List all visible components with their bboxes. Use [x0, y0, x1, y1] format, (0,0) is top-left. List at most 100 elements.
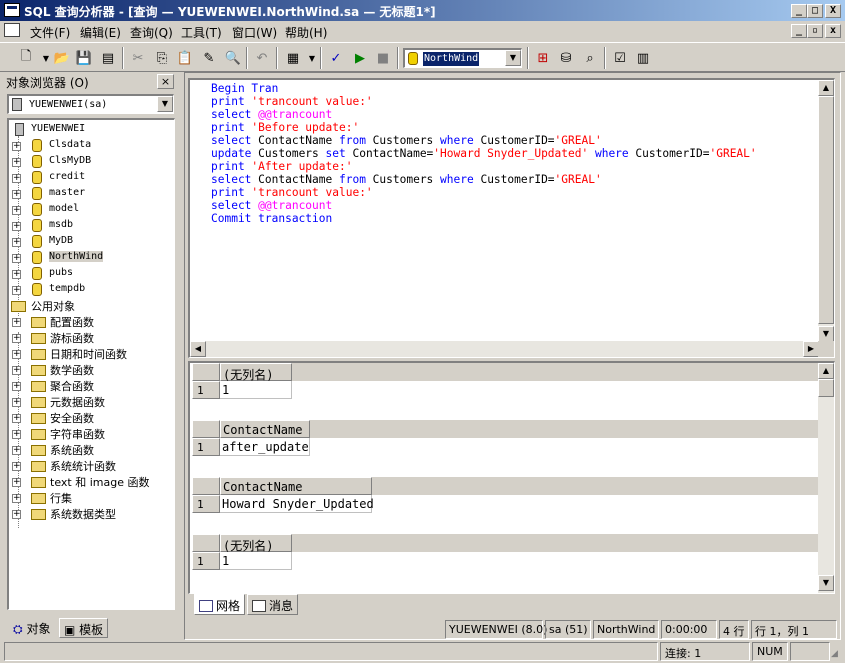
new-query-icon[interactable]: 🗋	[16, 48, 36, 68]
expand-icon[interactable]: +	[12, 366, 21, 375]
cut-icon[interactable]: ✂	[128, 48, 148, 68]
undo-icon[interactable]: ↶	[252, 48, 272, 68]
options-icon[interactable]: ☑	[610, 48, 630, 68]
results-pane-icon[interactable]: ▥	[633, 48, 653, 68]
expand-icon[interactable]: +	[12, 174, 21, 183]
scroll-down-icon[interactable]: ▼	[818, 575, 834, 591]
chevron-down-icon[interactable]: ▼	[157, 96, 173, 112]
row-header[interactable]: 1	[192, 495, 220, 513]
expand-icon[interactable]: +	[12, 254, 21, 263]
expand-icon[interactable]: +	[12, 334, 21, 343]
minimize-button[interactable]: _	[791, 4, 807, 18]
row-header[interactable]: 1	[192, 438, 220, 456]
save-icon[interactable]: 💾	[74, 48, 94, 68]
results-grid-pane[interactable]: (无列名) 1 1 ContactName 1 after_update Con…	[188, 361, 835, 594]
maximize-button[interactable]: □	[807, 4, 823, 18]
cancel-icon[interactable]: ■	[373, 48, 393, 68]
results-vertical-scrollbar[interactable]: ▲ ▼	[818, 363, 834, 593]
grid-corner	[192, 534, 220, 552]
expand-icon[interactable]: +	[12, 350, 21, 359]
close-icon[interactable]: ×	[157, 74, 174, 89]
scroll-right-icon[interactable]: ▶	[803, 341, 819, 357]
column-header[interactable]: ContactName	[220, 477, 372, 495]
results-mode-icon[interactable]: ▦	[283, 48, 303, 68]
tab-grid[interactable]: 网格	[194, 594, 246, 615]
grid-cell[interactable]: 1	[220, 552, 292, 570]
results-mode-dropdown-icon[interactable]: ▼	[302, 48, 322, 68]
clear-icon[interactable]: ✎	[199, 48, 219, 68]
editor-horizontal-scrollbar[interactable]: ◀ ▶	[190, 341, 819, 357]
sql-code[interactable]: Begin Tran print 'trancount value:' sele…	[211, 82, 757, 225]
tab-messages[interactable]: 消息	[247, 594, 299, 615]
scroll-left-icon[interactable]: ◀	[190, 341, 206, 357]
grid-cell[interactable]: Howard Snyder_Updated	[220, 495, 374, 513]
row-header[interactable]: 1	[192, 381, 220, 399]
parse-icon[interactable]: ✓	[326, 48, 346, 68]
object-search-icon[interactable]: ⛁	[556, 48, 576, 68]
chevron-down-icon[interactable]: ▼	[505, 50, 521, 66]
expand-icon[interactable]: +	[12, 318, 21, 327]
find-icon[interactable]: 🔍	[223, 48, 243, 68]
scroll-down-icon[interactable]: ▼	[818, 326, 834, 342]
expand-icon[interactable]: +	[12, 462, 21, 471]
expand-icon[interactable]: +	[12, 398, 21, 407]
expand-icon[interactable]: +	[12, 142, 21, 151]
server-select[interactable]: YUEWENWEI(sa) ▼	[7, 94, 174, 114]
paste-icon[interactable]: 📋	[175, 48, 195, 68]
object-browser: 对象浏览器 (O) × YUEWENWEI(sa) ▼ YUEWENWEI + C…	[0, 72, 182, 640]
expand-icon[interactable]: +	[12, 158, 21, 167]
menu-tools[interactable]: 工具(T)	[181, 24, 222, 41]
scroll-up-icon[interactable]: ▲	[818, 363, 834, 379]
expand-icon[interactable]: +	[12, 190, 21, 199]
expand-icon[interactable]: +	[12, 238, 21, 247]
expand-icon[interactable]: +	[12, 222, 21, 231]
document-icon[interactable]	[4, 23, 20, 37]
grid-corner	[192, 420, 220, 438]
app-icon[interactable]	[4, 3, 20, 17]
column-header[interactable]: ContactName	[220, 420, 310, 438]
load-script-icon[interactable]: ▤	[98, 48, 118, 68]
database-icon	[32, 251, 42, 264]
row-header[interactable]: 1	[192, 552, 220, 570]
scroll-up-icon[interactable]: ▲	[818, 80, 834, 96]
grid-cell[interactable]: after_update	[220, 438, 310, 456]
doc-restore-button[interactable]: ▫	[807, 24, 823, 38]
column-header[interactable]: (无列名)	[220, 363, 292, 382]
expand-icon[interactable]: +	[12, 414, 21, 423]
scroll-thumb[interactable]	[818, 96, 834, 324]
expand-icon[interactable]: +	[12, 382, 21, 391]
expand-icon[interactable]: +	[12, 446, 21, 455]
doc-close-button[interactable]: x	[825, 24, 841, 38]
object-tree[interactable]: YUEWENWEI + Clsdata + ClsMyDB + credit + mas…	[7, 118, 175, 610]
tab-objects[interactable]: ⛭ 对象	[9, 618, 54, 638]
editor-vertical-scrollbar[interactable]: ▲ ▼	[818, 80, 834, 342]
expand-icon[interactable]: +	[12, 430, 21, 439]
menu-help[interactable]: 帮助(H)	[285, 24, 327, 41]
menu-file[interactable]: 文件(F)	[30, 24, 70, 41]
tab-templates[interactable]: ▣ 模板	[59, 618, 109, 638]
code-line: select ContactName from Customers where …	[211, 173, 602, 186]
menu-window[interactable]: 窗口(W)	[232, 24, 277, 41]
execute-icon[interactable]: ▶	[350, 48, 370, 68]
expand-icon[interactable]: +	[12, 494, 21, 503]
expand-icon[interactable]: +	[12, 286, 21, 295]
close-button[interactable]: X	[825, 4, 841, 18]
scroll-thumb[interactable]	[818, 379, 834, 397]
object-browser-icon[interactable]: ⊞	[533, 48, 553, 68]
grid-cell[interactable]: 1	[220, 381, 292, 399]
expand-icon[interactable]: +	[12, 270, 21, 279]
expand-icon[interactable]: +	[12, 510, 21, 519]
expand-icon[interactable]: +	[12, 206, 21, 215]
menu-query[interactable]: 查询(Q)	[130, 24, 173, 41]
folder-icon	[31, 509, 46, 520]
resize-grip-icon[interactable]: ◢	[831, 649, 843, 661]
show-plan-icon[interactable]: ⌕	[580, 48, 600, 68]
doc-minimize-button[interactable]: _	[791, 24, 807, 38]
expand-icon[interactable]: +	[12, 478, 21, 487]
sql-editor[interactable]: Begin Tran print 'trancount value:' sele…	[188, 78, 835, 358]
open-icon[interactable]: 📂	[52, 48, 72, 68]
menu-edit[interactable]: 编辑(E)	[80, 24, 121, 41]
database-select[interactable]: NorthWind ▼	[403, 48, 522, 68]
copy-icon[interactable]: ⎘	[152, 48, 172, 68]
column-header[interactable]: (无列名)	[220, 534, 292, 553]
